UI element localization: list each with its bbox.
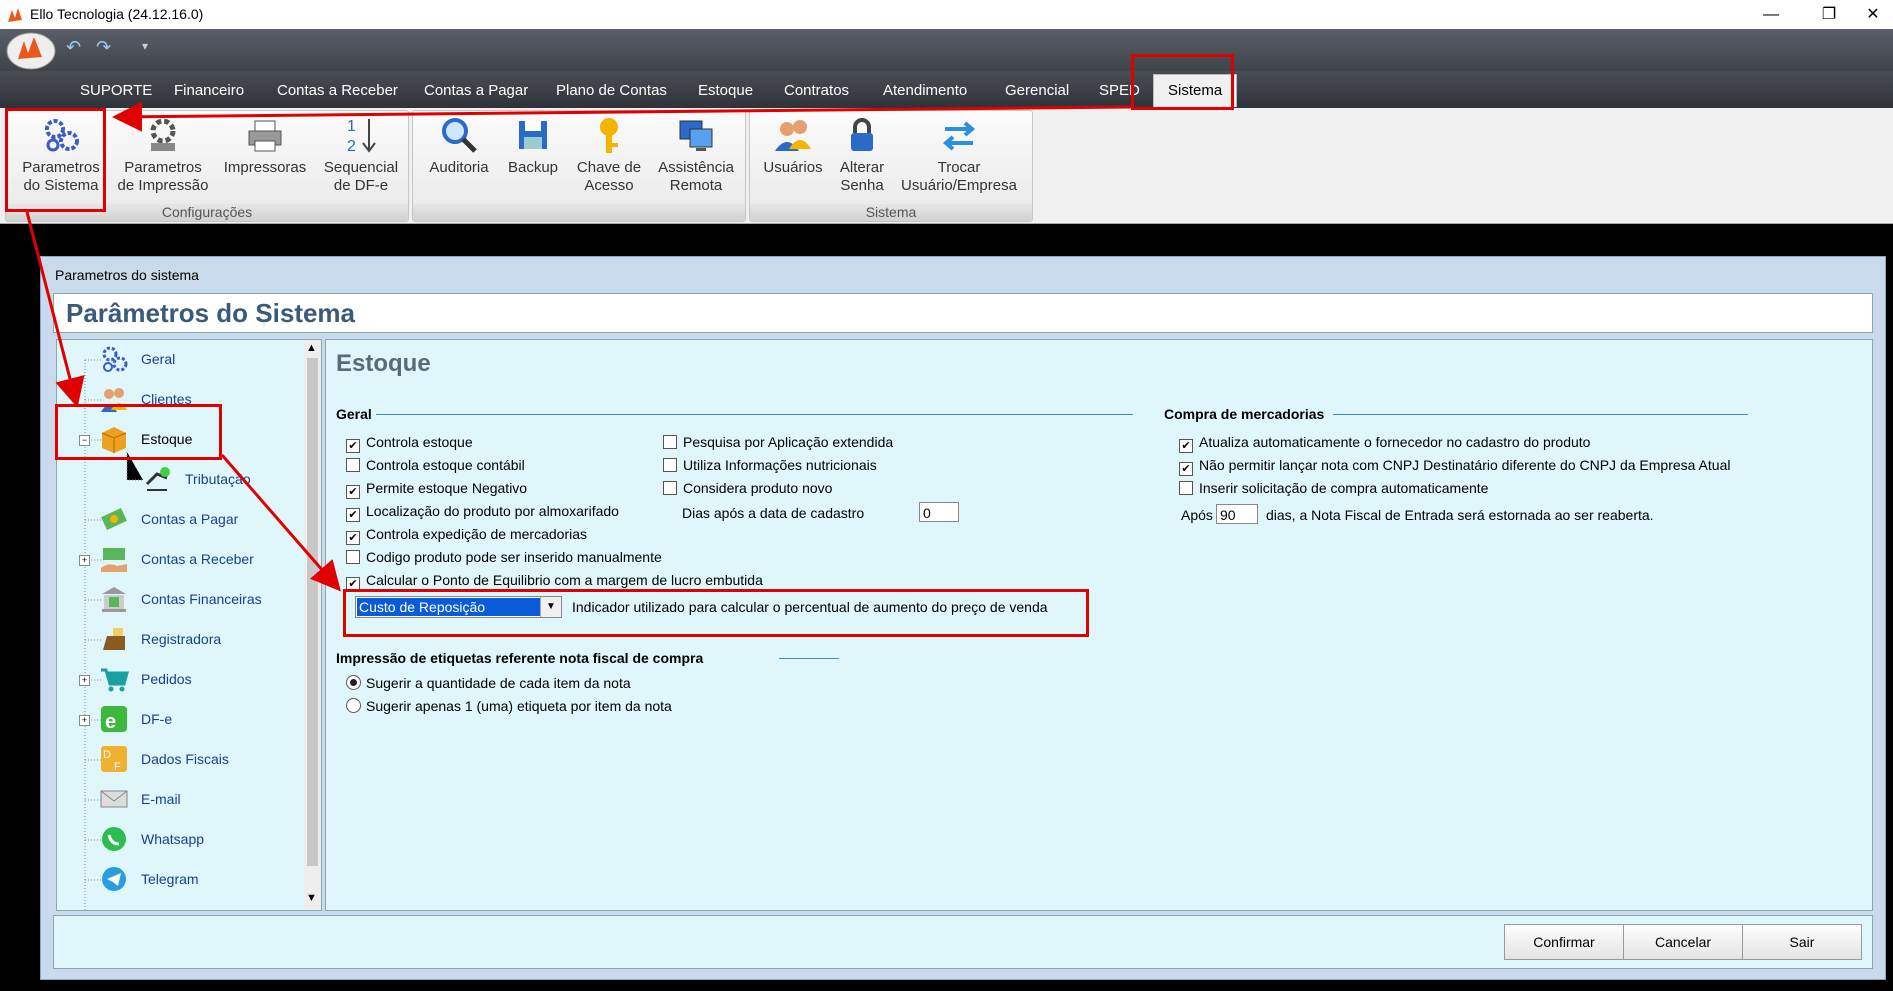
annotation-arrows — [25, 101, 1132, 592]
